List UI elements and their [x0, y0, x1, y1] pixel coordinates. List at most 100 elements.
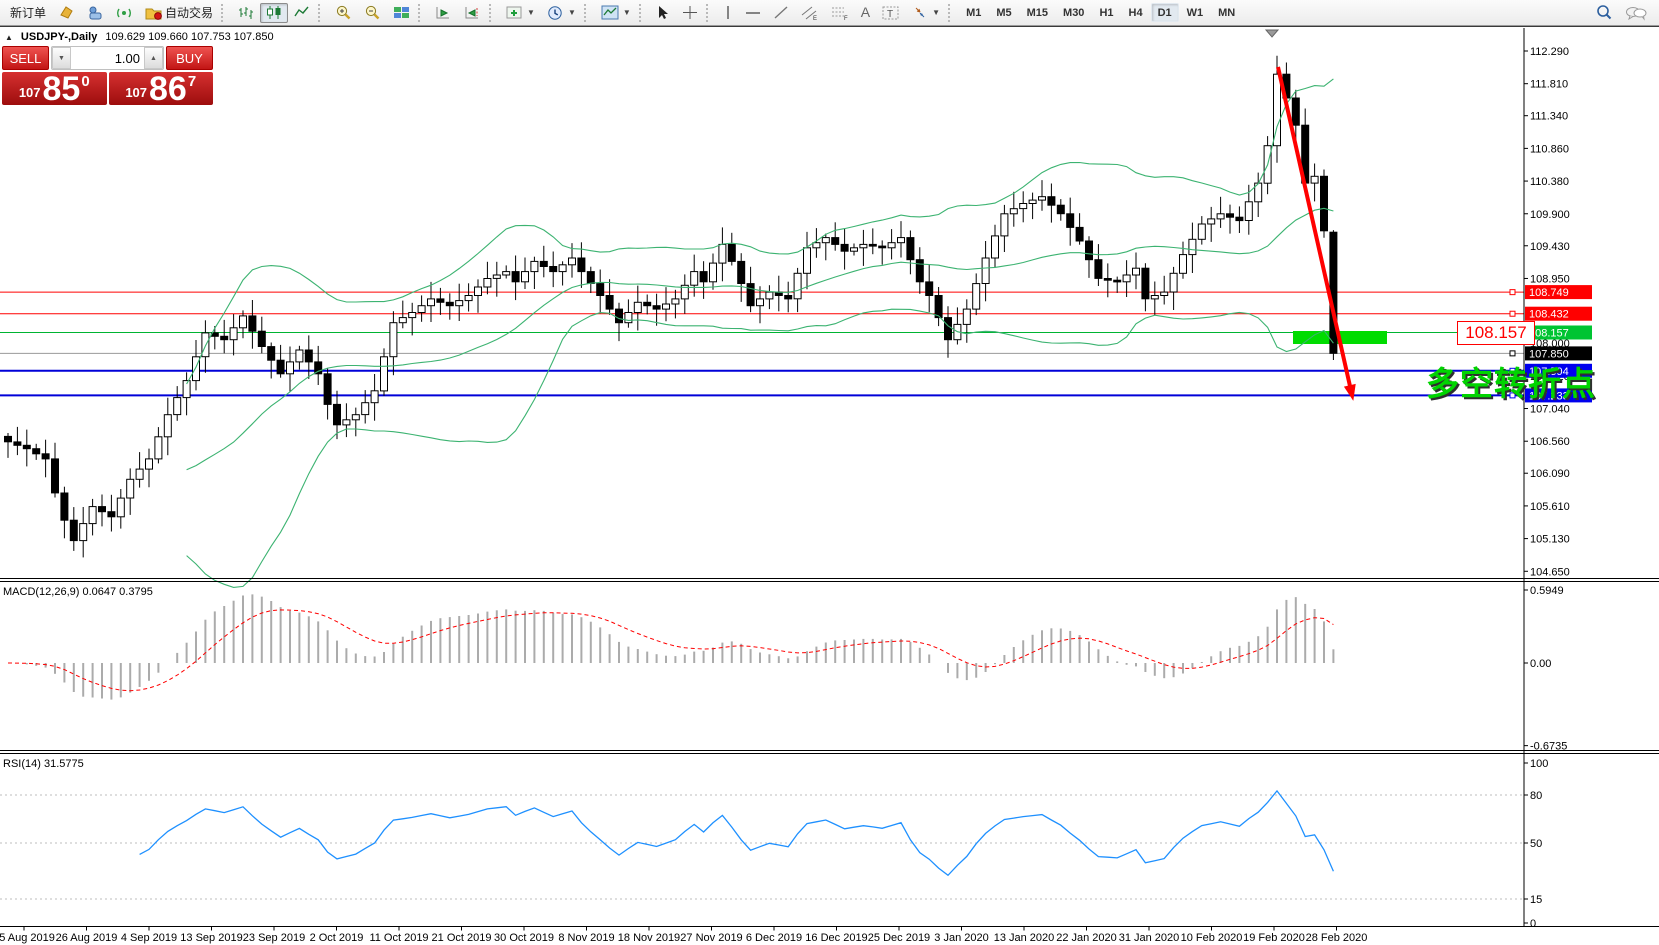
line-end-marker: [1510, 351, 1515, 356]
axis-tick-label: 106.560: [1530, 436, 1570, 448]
crosshair-icon[interactable]: [676, 3, 704, 23]
candlestick-chart-icon[interactable]: [260, 3, 288, 23]
sell-price-prefix: 107: [19, 85, 41, 100]
arrows-icon[interactable]: ▼: [906, 3, 946, 23]
timeframe-h1-button[interactable]: H1: [1092, 3, 1120, 22]
periods-button[interactable]: ▼: [541, 3, 582, 23]
toolbar-grip: [318, 4, 327, 22]
axis-tick-label: 107.040: [1530, 404, 1570, 416]
line-chart-icon[interactable]: [288, 3, 316, 23]
strategy-tester-icon[interactable]: [81, 3, 110, 23]
price-badge-label: 108.432: [1529, 309, 1569, 321]
new-order-button[interactable]: 新订单: [4, 3, 52, 23]
timeframe-h4-button[interactable]: H4: [1122, 3, 1150, 22]
templates-button[interactable]: ▼: [595, 3, 637, 23]
text-label-icon[interactable]: T: [876, 3, 906, 23]
date-tick-label: 23 Sep 2019: [243, 932, 305, 944]
symbol-period-label: USDJPY-,Daily: [21, 31, 97, 43]
text-icon[interactable]: A: [855, 3, 876, 23]
horizontal-line-icon[interactable]: [739, 3, 767, 23]
date-tick-label: 31 Jan 2020: [1119, 932, 1180, 944]
sell-price-display[interactable]: 107 85 0: [2, 72, 107, 105]
timeframe-d1-button[interactable]: D1: [1151, 3, 1179, 22]
volume-down-button[interactable]: ▼: [52, 47, 71, 69]
sell-price-pip: 0: [81, 73, 89, 90]
chart-canvas[interactable]: 112.290111.810111.340110.860110.380109.9…: [0, 1, 1659, 945]
axis-tick-label: 108.950: [1530, 274, 1570, 286]
toolbar-grip: [706, 4, 715, 22]
ohlc-values: 109.629 109.660 107.753 107.850: [105, 31, 273, 43]
date-tick-label: 22 Jan 2020: [1056, 932, 1117, 944]
timeframe-m1-button[interactable]: M1: [959, 3, 988, 22]
zoom-out-icon[interactable]: [358, 3, 387, 23]
search-icon[interactable]: [1589, 3, 1619, 23]
sell-button[interactable]: SELL: [2, 46, 49, 70]
line-end-marker: [1510, 311, 1515, 316]
axis-tick-label: 109.900: [1530, 209, 1570, 221]
date-tick-label: 11 Oct 2019: [369, 932, 428, 944]
chart-shift-icon[interactable]: [458, 3, 487, 23]
date-tick-label: 18 Nov 2019: [618, 932, 680, 944]
chat-icon[interactable]: [1619, 3, 1653, 23]
rsi-axis-label: 15: [1530, 894, 1542, 906]
autotrading-button[interactable]: 自动交易: [139, 3, 219, 23]
macd-axis-label: 0.5949: [1530, 585, 1564, 597]
volume-input[interactable]: [71, 47, 144, 69]
svg-text:E: E: [813, 16, 817, 21]
buy-button[interactable]: BUY: [166, 46, 213, 70]
date-tick-label: 26 Aug 2019: [56, 932, 118, 944]
chevron-down-icon: ▼: [527, 8, 535, 17]
buy-price-display[interactable]: 107 86 7: [109, 72, 214, 105]
chart-window-icon: ▲: [5, 33, 13, 42]
zoom-in-icon[interactable]: [329, 3, 358, 23]
svg-text:F: F: [844, 16, 848, 21]
buy-price-big: 86: [149, 74, 187, 104]
tile-windows-icon[interactable]: [387, 3, 416, 23]
timeframe-m30-button[interactable]: M30: [1056, 3, 1091, 22]
timeframe-mn-button[interactable]: MN: [1211, 3, 1242, 22]
trendline-icon[interactable]: [767, 3, 795, 23]
gold-seal-icon[interactable]: [52, 3, 81, 23]
auto-scroll-icon[interactable]: [429, 3, 458, 23]
toolbar-grip: [418, 4, 427, 22]
vertical-line-icon[interactable]: [717, 3, 739, 23]
toolbar-grip: [639, 4, 648, 22]
date-tick-label: 30 Oct 2019: [494, 932, 554, 944]
axis-tick-label: 109.430: [1530, 241, 1570, 253]
chart-background: [0, 27, 1659, 945]
equidistant-channel-icon[interactable]: E: [795, 3, 825, 23]
timeframe-m5-button[interactable]: M5: [989, 3, 1018, 22]
rsi-axis-label: 80: [1530, 790, 1542, 802]
signals-icon[interactable]: [110, 3, 139, 23]
toolbar-grip: [948, 4, 957, 22]
axis-tick-label: 110.380: [1530, 176, 1569, 188]
axis-tick-label: 106.090: [1530, 468, 1570, 480]
volume-up-button[interactable]: ▲: [144, 47, 163, 69]
macd-axis-label: 0.00: [1530, 658, 1551, 670]
date-tick-label: 21 Oct 2019: [432, 932, 492, 944]
fibonacci-icon[interactable]: F: [825, 3, 855, 23]
axis-tick-label: 105.610: [1530, 501, 1570, 513]
indicators-button[interactable]: ▼: [500, 3, 541, 23]
volume-box: ▼ ▲: [51, 46, 164, 70]
date-tick-label: 28 Feb 2020: [1306, 932, 1368, 944]
date-tick-label: 19 Feb 2020: [1243, 932, 1305, 944]
price-annotation-box: 108.157: [1457, 321, 1535, 345]
autotrading-label: 自动交易: [165, 4, 213, 21]
new-order-label: 新订单: [10, 4, 46, 21]
date-tick-label: 16 Dec 2019: [805, 932, 867, 944]
bar-chart-icon[interactable]: [232, 3, 260, 23]
toolbar-grip: [221, 4, 230, 22]
rsi-axis-label: 50: [1530, 838, 1542, 850]
timeframe-w1-button[interactable]: W1: [1180, 3, 1211, 22]
periods-icon: [547, 5, 564, 21]
toolbar: 新订单 自动交易 ▼ ▼ ▼ E F A T ▼: [0, 0, 1659, 26]
axis-tick-label: 110.860: [1530, 143, 1569, 155]
axis-tick-label: 112.290: [1530, 46, 1569, 58]
timeframe-m15-button[interactable]: M15: [1020, 3, 1055, 22]
date-tick-label: 15 Aug 2019: [0, 932, 55, 944]
date-tick-label: 13 Sep 2019: [180, 932, 242, 944]
cursor-icon[interactable]: [650, 3, 676, 23]
chevron-down-icon: ▼: [623, 8, 631, 17]
timeframe-toolbar: M1M5M15M30H1H4D1W1MN: [959, 3, 1242, 22]
